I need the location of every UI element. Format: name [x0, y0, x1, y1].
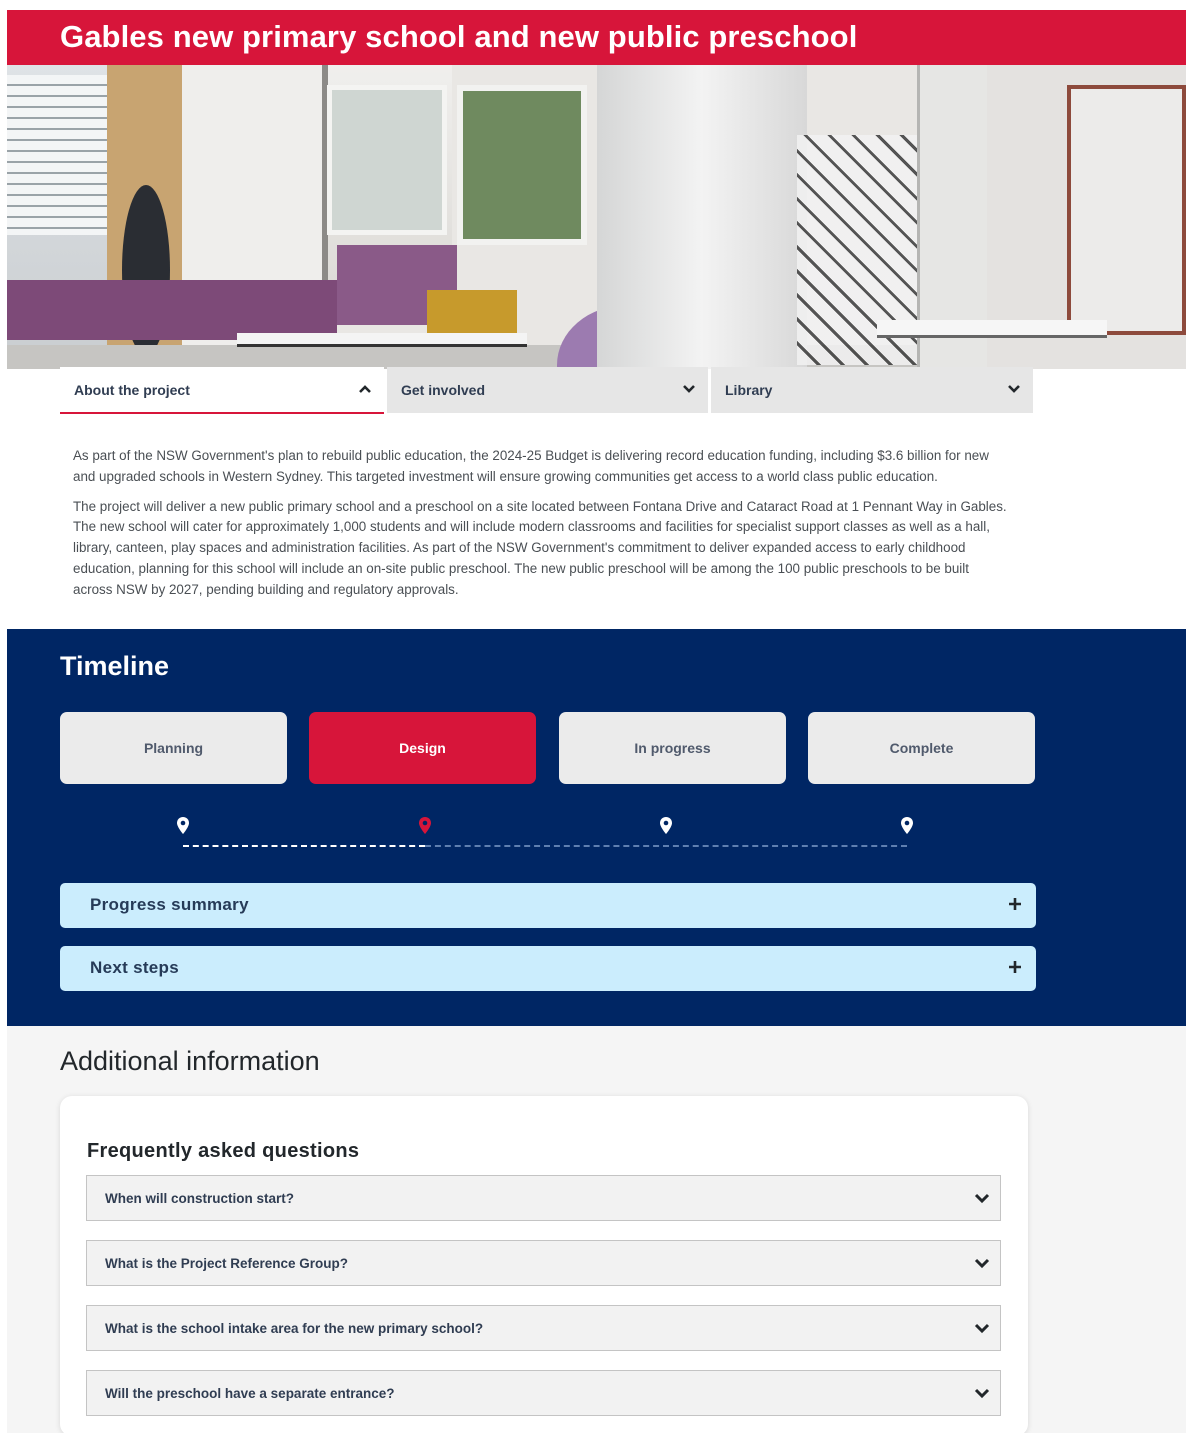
timeline-track-completed [183, 845, 425, 847]
faq-heading: Frequently asked questions [87, 1140, 360, 1162]
faq-question: What is the school intake area for the n… [105, 1321, 484, 1336]
faq-question: When will construction start? [105, 1191, 295, 1206]
faq-item[interactable]: When will construction start? [86, 1175, 1001, 1221]
tab-label: Get involved [401, 382, 486, 398]
chevron-down-icon [974, 1388, 990, 1399]
tab-label: Library [725, 382, 773, 398]
hero-image [7, 65, 1186, 369]
stage-label: Design [399, 740, 446, 756]
additional-information-heading: Additional information [60, 1046, 320, 1076]
intro-paragraph: As part of the NSW Government's plan to … [73, 448, 989, 484]
next-steps-accordion[interactable]: Next steps [60, 946, 1036, 991]
project-intro: As part of the NSW Government's plan to … [73, 446, 1008, 610]
faq-item[interactable]: What is the school intake area for the n… [86, 1305, 1001, 1351]
plus-icon [1009, 898, 1021, 910]
accordion-label: Next steps [90, 958, 179, 977]
progress-summary-accordion[interactable]: Progress summary [60, 883, 1036, 928]
tab-label: About the project [74, 382, 190, 398]
tab-get-involved[interactable]: Get involved [387, 367, 708, 413]
accordion-label: Progress summary [90, 895, 249, 914]
stage-complete: Complete [808, 712, 1035, 784]
stage-label: In progress [634, 740, 711, 756]
page-header: Gables new primary school and new public… [7, 10, 1186, 65]
timeline-heading: Timeline [60, 651, 170, 681]
project-tabs: About the project Get involved Library [60, 367, 1033, 415]
faq-item[interactable]: What is the Project Reference Group? [86, 1240, 1001, 1286]
chevron-down-icon [1008, 385, 1020, 393]
chevron-down-icon [683, 385, 695, 393]
faq-item[interactable]: Will the preschool have a separate entra… [86, 1370, 1001, 1416]
page-frame: Gables new primary school and new public… [7, 10, 1186, 1433]
faq-card: Frequently asked questions When will con… [60, 1096, 1028, 1433]
plus-icon [1009, 961, 1021, 973]
stage-in-progress: In progress [559, 712, 786, 784]
faq-question: Will the preschool have a separate entra… [105, 1386, 395, 1401]
location-pin-icon [660, 817, 672, 834]
tab-about-the-project[interactable]: About the project [60, 367, 384, 414]
additional-information-section: Additional information Frequently asked … [7, 1026, 1186, 1433]
chevron-down-icon [974, 1193, 990, 1204]
chevron-down-icon [974, 1258, 990, 1269]
tab-library[interactable]: Library [711, 367, 1033, 413]
location-pin-icon [901, 817, 913, 834]
faq-question: What is the Project Reference Group? [105, 1256, 349, 1271]
location-pin-icon [177, 817, 189, 834]
stage-label: Complete [889, 740, 954, 756]
chevron-up-icon [359, 385, 371, 393]
location-pin-icon [419, 817, 431, 834]
timeline-section: Timeline Planning Design In progress Com… [7, 629, 1186, 1026]
intro-paragraph: The project will deliver a new public pr… [73, 498, 1007, 597]
chevron-down-icon [974, 1323, 990, 1334]
stage-label: Planning [143, 740, 204, 756]
page-title: Gables new primary school and new public… [60, 19, 858, 54]
stage-design: Design [309, 712, 536, 784]
stage-planning: Planning [60, 712, 287, 784]
timeline-track-remaining [425, 845, 907, 847]
